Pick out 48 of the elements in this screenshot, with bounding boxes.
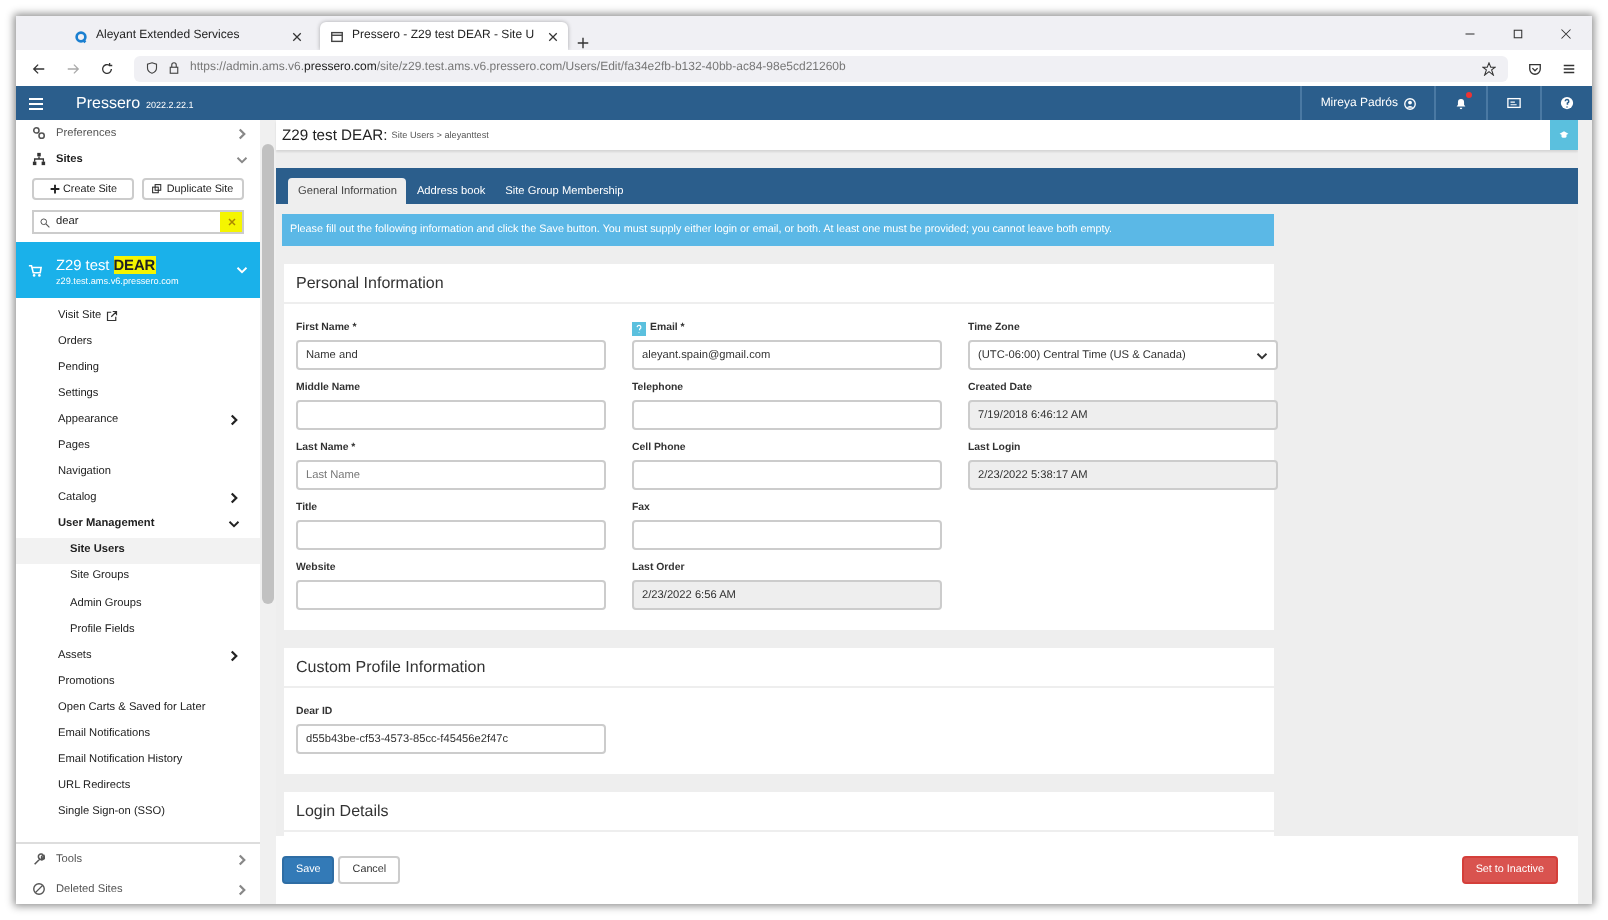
back-icon bbox=[32, 61, 46, 75]
help-icon bbox=[1560, 96, 1574, 110]
close-icon bbox=[292, 31, 302, 41]
chevron-right-icon bbox=[236, 127, 248, 139]
menu-icon bbox=[28, 95, 44, 111]
question-icon bbox=[634, 323, 644, 333]
cart-icon bbox=[28, 263, 42, 277]
help-icon[interactable] bbox=[632, 321, 646, 335]
sitemap-icon bbox=[32, 152, 46, 166]
id-card-icon bbox=[1506, 96, 1522, 110]
plus-icon bbox=[49, 184, 60, 194]
bell-icon bbox=[1454, 96, 1468, 110]
star-icon bbox=[1482, 61, 1496, 75]
text-field[interactable] bbox=[632, 400, 942, 430]
close-icon bbox=[1560, 27, 1572, 39]
new-tab-icon bbox=[576, 36, 590, 50]
external-link-icon bbox=[105, 309, 118, 322]
reload-icon bbox=[100, 61, 114, 75]
chevron-right-icon bbox=[236, 883, 248, 895]
menu-icon bbox=[1562, 61, 1576, 75]
brand-name: Pressero bbox=[76, 94, 141, 112]
text-field[interactable] bbox=[632, 460, 942, 490]
close-icon bbox=[227, 218, 235, 226]
chevron-down-icon bbox=[1256, 349, 1268, 361]
page-icon bbox=[330, 29, 344, 43]
section-title: Personal Information bbox=[284, 264, 1274, 304]
scrollbar[interactable] bbox=[1578, 120, 1592, 904]
chevron-down-icon bbox=[236, 153, 248, 165]
shield-icon bbox=[146, 62, 158, 74]
lock-icon bbox=[168, 62, 180, 74]
scrollbar[interactable] bbox=[260, 120, 276, 904]
text-field[interactable] bbox=[296, 520, 606, 550]
forward-icon bbox=[66, 61, 80, 75]
text-field[interactable] bbox=[296, 400, 606, 430]
text-field[interactable] bbox=[632, 520, 942, 550]
text-field[interactable] bbox=[296, 580, 606, 610]
maximize-icon bbox=[1512, 27, 1524, 39]
chevron-right-icon bbox=[236, 853, 248, 865]
pocket-icon bbox=[1528, 61, 1542, 75]
duplicate-icon bbox=[152, 184, 163, 194]
minimize-icon bbox=[1464, 27, 1476, 39]
clear-search-button[interactable] bbox=[220, 212, 242, 232]
section-title: Login Details bbox=[284, 792, 1274, 832]
section-title: Custom Profile Information bbox=[284, 648, 1274, 688]
user-circle-icon bbox=[1404, 97, 1416, 109]
close-icon bbox=[548, 31, 558, 41]
graduation-cap-icon bbox=[1558, 130, 1570, 140]
search-icon bbox=[40, 217, 50, 227]
